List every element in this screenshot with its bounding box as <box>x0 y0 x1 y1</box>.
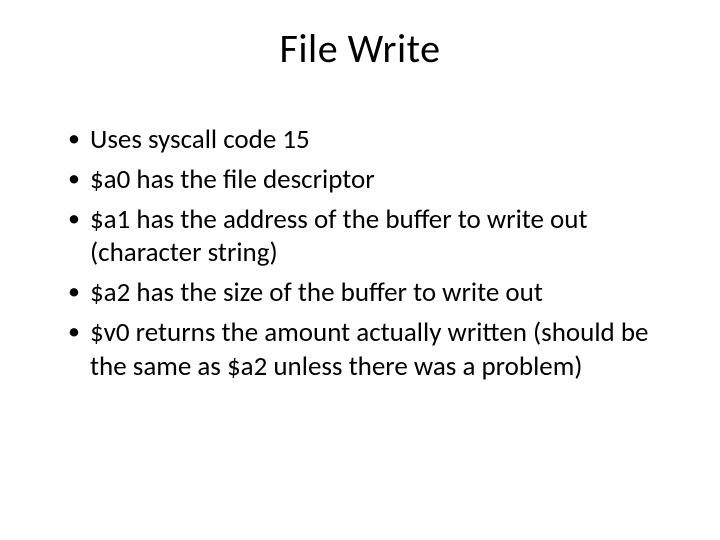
list-item: $a2 has the size of the buffer to write … <box>68 276 670 310</box>
bullet-list: Uses syscall code 15 $a0 has the file de… <box>40 123 680 383</box>
list-item: $v0 returns the amount actually written … <box>68 316 670 384</box>
list-item: $a1 has the address of the buffer to wri… <box>68 203 670 271</box>
slide: File Write Uses syscall code 15 $a0 has … <box>0 0 720 540</box>
list-item: $a0 has the file descriptor <box>68 163 670 197</box>
slide-title: File Write <box>40 24 680 73</box>
list-item: Uses syscall code 15 <box>68 123 670 157</box>
